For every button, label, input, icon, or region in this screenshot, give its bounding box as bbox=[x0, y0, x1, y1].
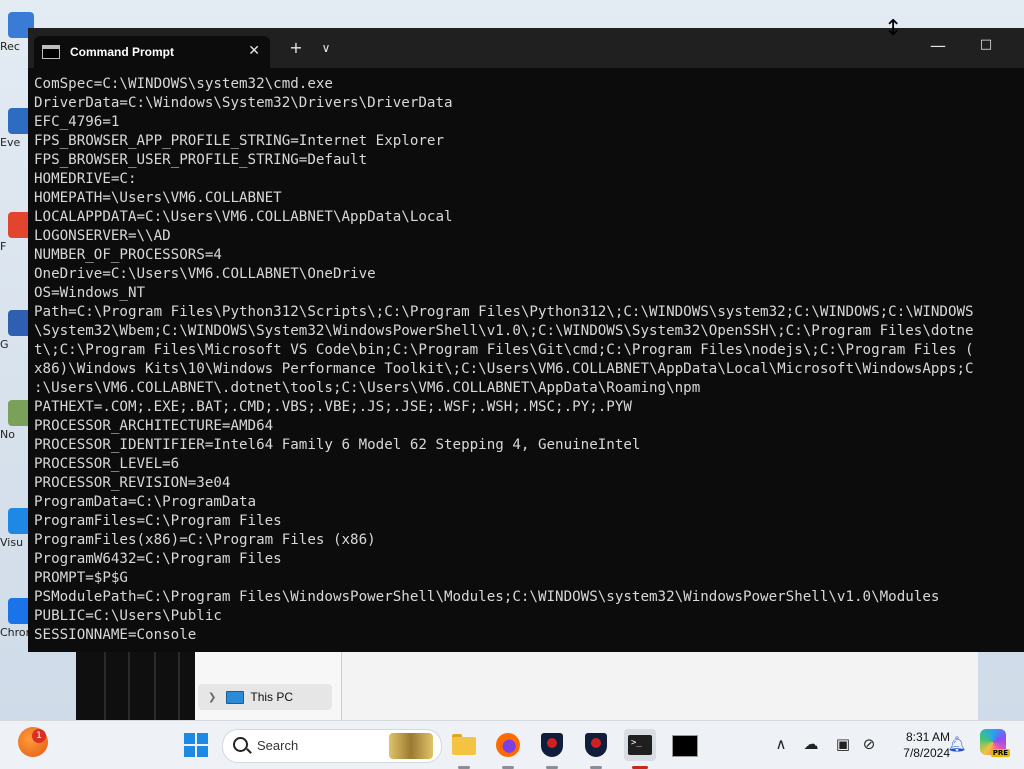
explorer-nav-pane: ❯ This PC bbox=[195, 650, 342, 720]
console-line: \System32\Wbem;C:\WINDOWS\System32\Windo… bbox=[34, 323, 974, 339]
network-icon[interactable]: ▣ bbox=[832, 735, 854, 753]
resize-cursor-icon: ↕ bbox=[884, 16, 903, 41]
search-highlight-image bbox=[389, 733, 433, 759]
desktop-shortcut[interactable]: Rec bbox=[0, 12, 34, 53]
volume-muted-icon[interactable]: ⊘ bbox=[858, 735, 880, 753]
chevron-down-icon[interactable]: ∨ bbox=[316, 41, 336, 55]
console-line: PATHEXT=.COM;.EXE;.BAT;.CMD;.VBS;.VBE;.J… bbox=[34, 399, 632, 415]
desktop-shortcut[interactable]: F bbox=[0, 212, 34, 253]
terminal-titlebar[interactable]: Command Prompt ✕ + ∨ ↕ — □ bbox=[28, 16, 1024, 68]
search-box[interactable]: Search bbox=[222, 729, 442, 763]
notification-badge: 1 bbox=[32, 729, 46, 743]
console-line: PROMPT=$P$G bbox=[34, 570, 128, 586]
file-explorer-window: ❯ This PC bbox=[195, 650, 978, 720]
desktop-shortcut[interactable]: No bbox=[0, 400, 34, 441]
tab-command-prompt[interactable]: Command Prompt ✕ bbox=[34, 36, 270, 68]
console-output[interactable]: ComSpec=C:\WINDOWS\system32\cmd.exe Drive… bbox=[34, 75, 1024, 652]
console-line: OneDrive=C:\Users\VM6.COLLABNET\OneDrive bbox=[34, 266, 376, 282]
new-tab-button[interactable]: + bbox=[286, 38, 306, 57]
security-app-icon[interactable] bbox=[580, 729, 612, 769]
expand-chevron-icon[interactable]: ❯ bbox=[208, 692, 216, 703]
desktop-shortcut-label: Visu bbox=[0, 536, 24, 549]
start-button[interactable] bbox=[180, 729, 212, 761]
desktop-shortcut[interactable]: Chrom bbox=[0, 598, 37, 639]
desktop-shortcut-label: Chrom bbox=[0, 626, 37, 639]
console-line: LOGONSERVER=\\AD bbox=[34, 228, 171, 244]
background-window-edge bbox=[76, 650, 196, 720]
desktop-shortcut[interactable]: G bbox=[0, 310, 34, 351]
console-line: LOCALAPPDATA=C:\Users\VM6.COLLABNET\AppD… bbox=[34, 209, 453, 225]
notification-bell-icon[interactable]: 🔔︎ bbox=[946, 735, 968, 753]
console-line: FPS_BROWSER_APP_PROFILE_STRING=Internet … bbox=[34, 133, 444, 149]
console-line: DriverData=C:\Windows\System32\Drivers\D… bbox=[34, 95, 453, 111]
firefox-app-icon[interactable] bbox=[492, 729, 524, 769]
console-line: ProgramData=C:\ProgramData bbox=[34, 494, 257, 510]
preview-badge: PRE bbox=[990, 749, 1010, 757]
console-line: PSModulePath=C:\Program Files\WindowsPow… bbox=[34, 589, 940, 605]
command-prompt-icon bbox=[42, 45, 60, 59]
console-line: ProgramFiles(x86)=C:\Program Files (x86) bbox=[34, 532, 376, 548]
desktop-shortcut-label: Eve bbox=[0, 136, 21, 149]
search-icon bbox=[233, 737, 248, 752]
console-line: NUMBER_OF_PROCESSORS=4 bbox=[34, 247, 222, 263]
tab-title: Command Prompt bbox=[70, 45, 175, 59]
console-line: ProgramFiles=C:\Program Files bbox=[34, 513, 282, 529]
console-line: :\Users\VM6.COLLABNET\.dotnet\tools;C:\U… bbox=[34, 380, 701, 396]
computer-icon bbox=[226, 690, 245, 704]
console-line: PROCESSOR_IDENTIFIER=Intel64 Family 6 Mo… bbox=[34, 437, 641, 453]
console-line: PROCESSOR_REVISION=3e04 bbox=[34, 475, 231, 491]
clock[interactable]: 8:31 AM 7/8/2024 bbox=[884, 729, 950, 761]
console-line: t\;C:\Program Files\Microsoft VS Code\bi… bbox=[34, 342, 974, 358]
clock-time: 8:31 AM bbox=[905, 730, 950, 744]
desktop-shortcut-label: Rec bbox=[0, 40, 20, 53]
show-hidden-icons-chevron-icon[interactable]: ∧ bbox=[770, 735, 792, 753]
desktop-shortcut[interactable]: Eve bbox=[0, 108, 34, 149]
desktop-shortcut[interactable]: Visu bbox=[0, 508, 34, 549]
close-tab-icon[interactable]: ✕ bbox=[248, 43, 260, 59]
console-line: FPS_BROWSER_USER_PROFILE_STRING=Default bbox=[34, 152, 368, 168]
console-line: PUBLIC=C:\Users\Public bbox=[34, 608, 222, 624]
desktop-shortcut-label: F bbox=[0, 240, 7, 253]
taskbar: 1 Search ∧ ☁ ▣ ⊘ 8:31 AM 7/8/2024 🔔︎ bbox=[0, 720, 1024, 769]
nav-item-label: This PC bbox=[250, 690, 294, 704]
file-explorer-app-icon[interactable] bbox=[448, 729, 480, 769]
minimize-button[interactable]: — bbox=[928, 36, 948, 55]
search-placeholder: Search bbox=[257, 738, 299, 753]
command-prompt-app-icon[interactable] bbox=[668, 729, 700, 761]
desktop-shortcut-label: No bbox=[0, 428, 15, 441]
maximize-button[interactable]: □ bbox=[976, 37, 996, 52]
console-line: ComSpec=C:\WINDOWS\system32\cmd.exe bbox=[34, 76, 333, 92]
security-app-icon[interactable] bbox=[536, 729, 568, 769]
terminal-window[interactable]: Command Prompt ✕ + ∨ ↕ — □ ComSpec=C:\WI… bbox=[28, 16, 1024, 652]
console-line: OS=Windows_NT bbox=[34, 285, 146, 301]
console-line: HOMEDRIVE=C: bbox=[34, 171, 137, 187]
console-line: PROCESSOR_ARCHITECTURE=AMD64 bbox=[34, 418, 274, 434]
onedrive-icon[interactable]: ☁ bbox=[800, 735, 822, 753]
desktop-shortcut-label: G bbox=[0, 338, 9, 351]
console-line: HOMEPATH=\Users\VM6.COLLABNET bbox=[34, 190, 282, 206]
nav-item-this-pc[interactable]: ❯ This PC bbox=[198, 684, 332, 710]
console-line: x86)\Windows Kits\10\Windows Performance… bbox=[34, 361, 974, 377]
console-line: EFC_4796=1 bbox=[34, 114, 120, 130]
clock-date: 7/8/2024 bbox=[903, 746, 950, 760]
console-line: PROCESSOR_LEVEL=6 bbox=[34, 456, 180, 472]
console-line: Path=C:\Program Files\Python312\Scripts\… bbox=[34, 304, 974, 320]
console-line: ProgramW6432=C:\Program Files bbox=[34, 551, 282, 567]
console-line: SESSIONNAME=Console bbox=[34, 627, 197, 643]
terminal-app-icon[interactable] bbox=[624, 729, 656, 769]
copilot-icon[interactable]: PRE bbox=[980, 729, 1010, 757]
